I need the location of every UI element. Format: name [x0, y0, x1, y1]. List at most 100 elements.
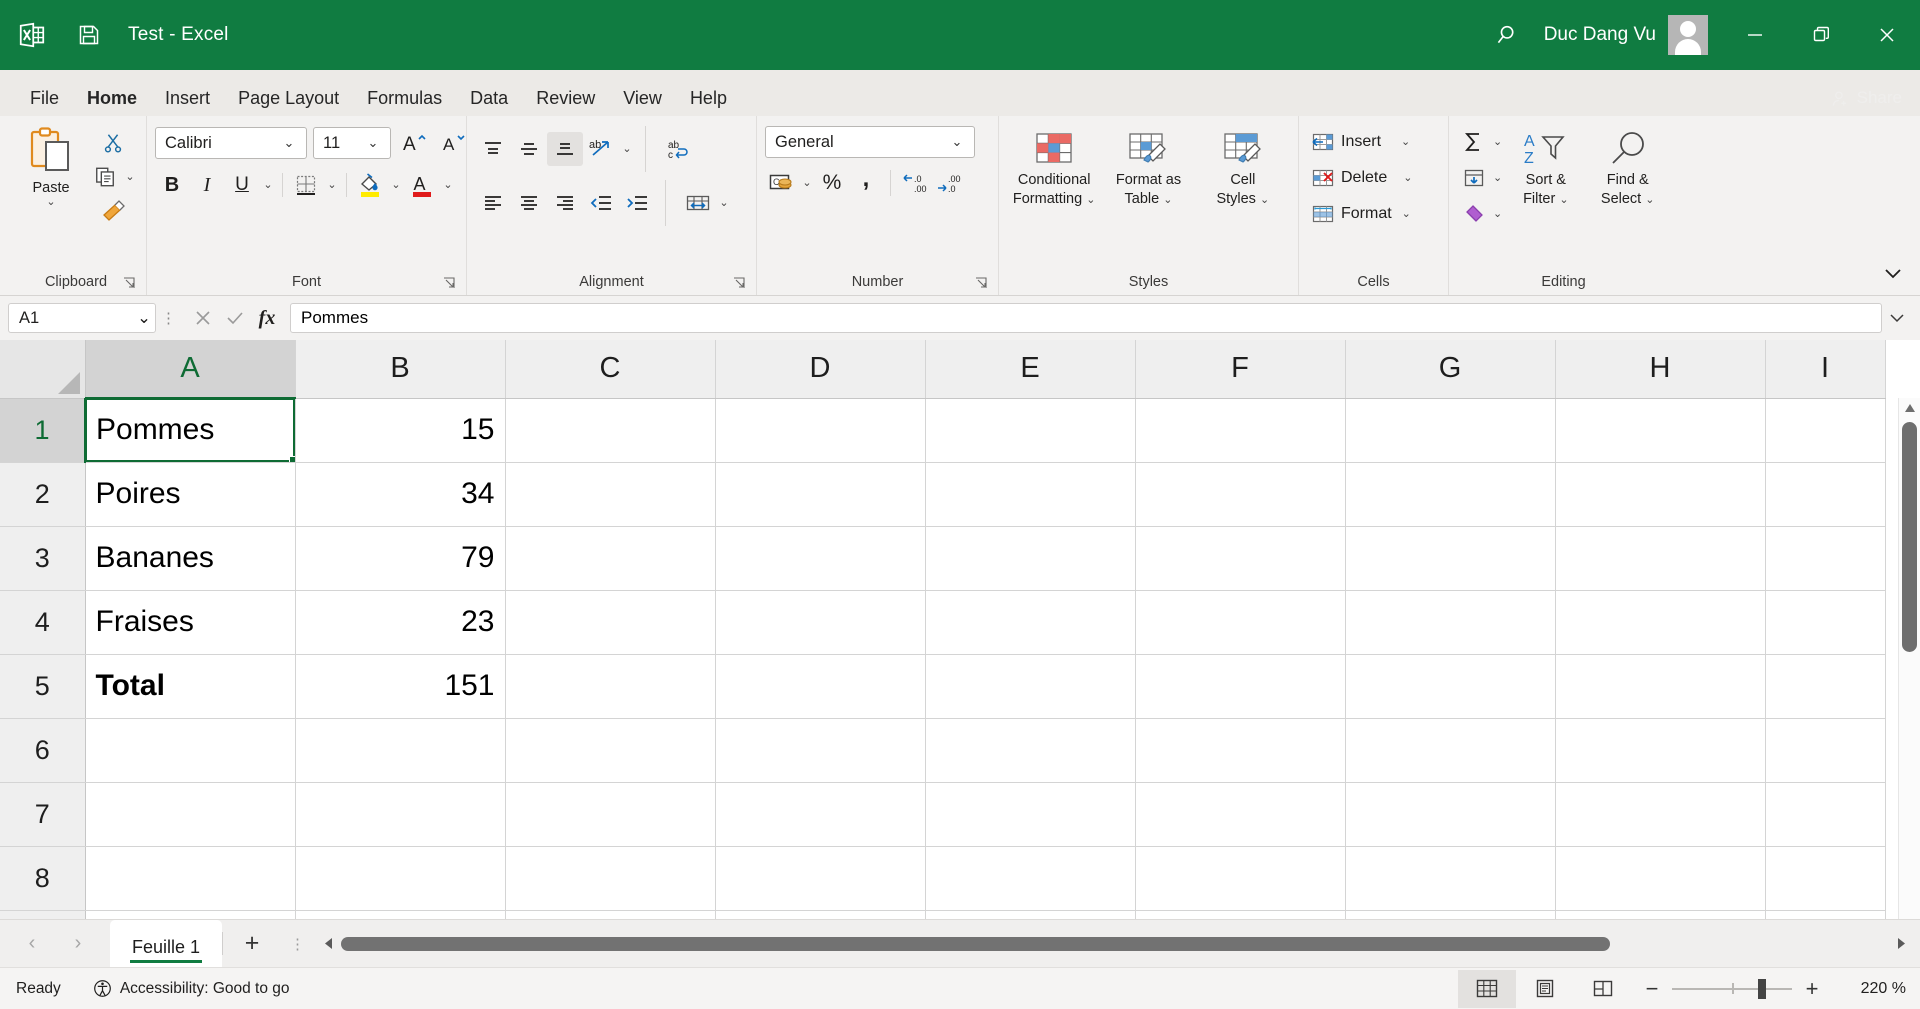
cell-I4[interactable]	[1765, 590, 1886, 655]
merge-center-icon[interactable]	[680, 186, 716, 220]
cell-D2[interactable]	[715, 462, 926, 527]
cell-E1[interactable]	[925, 398, 1136, 463]
cell-A3[interactable]: Bananes	[85, 526, 296, 591]
format-painter-icon[interactable]	[96, 194, 130, 228]
column-header-G[interactable]: G	[1345, 340, 1556, 399]
cell-I8[interactable]	[1765, 846, 1886, 911]
fill-color-chevron-down-icon[interactable]: ⌄	[388, 168, 404, 202]
column-header-E[interactable]: E	[925, 340, 1136, 399]
delete-cells-chevron-down-icon[interactable]: ⌄	[1403, 172, 1412, 184]
zoom-slider-thumb[interactable]	[1758, 978, 1767, 999]
underline-chevron-down-icon[interactable]: ⌄	[260, 168, 276, 202]
vertical-scrollbar-thumb[interactable]	[1902, 422, 1917, 652]
cell-C6[interactable]	[505, 718, 716, 783]
autosum-chevron-down-icon[interactable]: ⌄	[1493, 136, 1502, 148]
font-size-chevron-down-icon[interactable]: ⌄	[362, 135, 384, 151]
decrease-indent-icon[interactable]	[583, 186, 619, 220]
scroll-left-icon[interactable]	[315, 937, 341, 950]
column-header-F[interactable]: F	[1135, 340, 1346, 399]
cell-E4[interactable]	[925, 590, 1136, 655]
cell-H2[interactable]	[1555, 462, 1766, 527]
orientation-icon[interactable]: ab	[583, 132, 619, 166]
cell-F3[interactable]	[1135, 526, 1346, 591]
sort-filter-chevron-down-icon[interactable]: ⌄	[1559, 194, 1568, 206]
copy-icon[interactable]	[88, 160, 122, 194]
underline-button[interactable]: U	[225, 168, 259, 202]
cell-C8[interactable]	[505, 846, 716, 911]
fill-color-icon[interactable]	[353, 168, 387, 202]
cancel-icon[interactable]	[188, 303, 218, 333]
cell-A9[interactable]	[85, 910, 296, 919]
align-center-icon[interactable]	[511, 186, 547, 220]
cell-G2[interactable]	[1345, 462, 1556, 527]
cell-H5[interactable]	[1555, 654, 1766, 719]
cell-E5[interactable]	[925, 654, 1136, 719]
cell-C7[interactable]	[505, 782, 716, 847]
orientation-chevron-down-icon[interactable]: ⌄	[619, 132, 635, 166]
normal-view-icon[interactable]	[1458, 969, 1516, 1008]
cell-H8[interactable]	[1555, 846, 1766, 911]
font-dialog-launcher-icon[interactable]	[442, 276, 456, 290]
insert-function-icon[interactable]: fx	[252, 303, 282, 333]
cell-B5[interactable]: 151	[295, 654, 506, 719]
save-icon[interactable]	[64, 23, 114, 47]
page-layout-view-icon[interactable]	[1516, 970, 1574, 1008]
sort-filter-button[interactable]: AZ Sort & Filter ⌄	[1506, 124, 1585, 212]
cell-F2[interactable]	[1135, 462, 1346, 527]
zoom-in-button[interactable]: +	[1792, 976, 1832, 1002]
cell-A7[interactable]	[85, 782, 296, 847]
cell-A6[interactable]	[85, 718, 296, 783]
cell-D7[interactable]	[715, 782, 926, 847]
cell-G3[interactable]	[1345, 526, 1556, 591]
row-header-6[interactable]: 6	[0, 718, 86, 783]
tab-home[interactable]: Home	[73, 80, 151, 116]
paste-chevron-down-icon[interactable]: ⌄	[46, 197, 55, 208]
accessibility-status[interactable]: Accessibility: Good to go	[93, 979, 290, 998]
number-format-combo[interactable]: General ⌄	[765, 126, 975, 158]
cell-B7[interactable]	[295, 782, 506, 847]
cell-D3[interactable]	[715, 526, 926, 591]
cell-F8[interactable]	[1135, 846, 1346, 911]
format-as-table-button[interactable]: Format as Table ⌄	[1101, 126, 1195, 212]
scroll-up-icon[interactable]	[1899, 398, 1920, 418]
cell-C9[interactable]	[505, 910, 716, 919]
bold-button[interactable]: B	[155, 168, 189, 202]
row-header-9[interactable]: 9	[0, 910, 86, 919]
clear-button[interactable]: ⌄	[1457, 196, 1506, 232]
cell-G6[interactable]	[1345, 718, 1556, 783]
increase-decimal-icon[interactable]: .0.00	[898, 166, 932, 200]
cell-E7[interactable]	[925, 782, 1136, 847]
avatar[interactable]	[1668, 15, 1708, 55]
cell-E3[interactable]	[925, 526, 1136, 591]
add-sheet-plus-icon[interactable]: +	[223, 920, 281, 967]
column-header-B[interactable]: B	[295, 340, 506, 399]
cell-G4[interactable]	[1345, 590, 1556, 655]
column-header-A[interactable]: A	[85, 340, 296, 399]
cell-D1[interactable]	[715, 398, 926, 463]
cell-A4[interactable]: Fraises	[85, 590, 296, 655]
cell-B3[interactable]: 79	[295, 526, 506, 591]
user-name[interactable]: Duc Dang Vu	[1538, 24, 1668, 46]
cell-B6[interactable]	[295, 718, 506, 783]
comma-style-icon[interactable]: ,	[849, 166, 883, 200]
number-format-chevron-down-icon[interactable]: ⌄	[946, 134, 968, 150]
cell-D9[interactable]	[715, 910, 926, 919]
horizontal-scroll-grip[interactable]: ⋮	[281, 935, 315, 953]
cell-D6[interactable]	[715, 718, 926, 783]
copy-chevron-down-icon[interactable]: ⌄	[122, 160, 138, 194]
fill-chevron-down-icon[interactable]: ⌄	[1493, 172, 1502, 184]
zoom-level-label[interactable]: 220 %	[1832, 980, 1906, 998]
name-box-chevron-down-icon[interactable]: ⌄	[137, 308, 151, 328]
restore-button[interactable]	[1788, 0, 1854, 70]
cell-H3[interactable]	[1555, 526, 1766, 591]
tab-insert[interactable]: Insert	[151, 80, 224, 116]
cell-I7[interactable]	[1765, 782, 1886, 847]
page-break-view-icon[interactable]	[1574, 970, 1632, 1008]
tab-formulas[interactable]: Formulas	[353, 80, 456, 116]
cell-A8[interactable]	[85, 846, 296, 911]
cell-B9[interactable]	[295, 910, 506, 919]
cell-D4[interactable]	[715, 590, 926, 655]
cut-icon[interactable]	[96, 126, 130, 160]
cell-C4[interactable]	[505, 590, 716, 655]
horizontal-scrollbar[interactable]	[315, 932, 1914, 955]
